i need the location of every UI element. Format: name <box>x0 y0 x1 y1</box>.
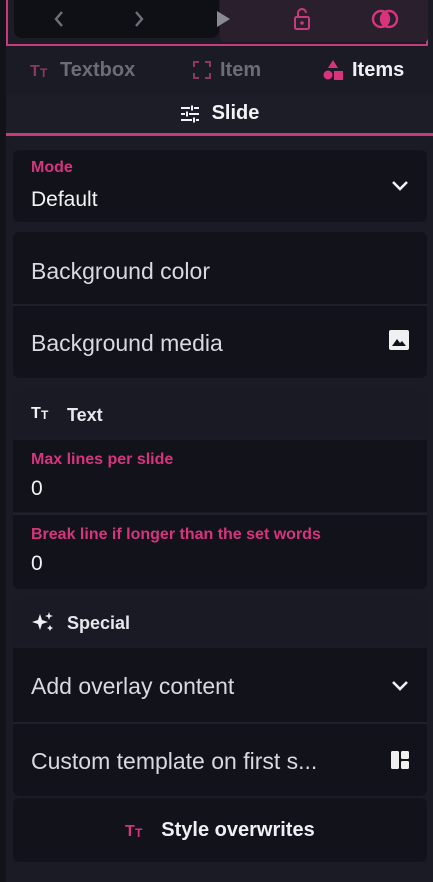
text-section-header: TT Text <box>13 390 427 438</box>
text-format-icon: TT <box>125 821 147 839</box>
chevron-down-icon <box>391 180 409 192</box>
max-lines-label: Max lines per slide <box>31 451 174 468</box>
background-color-label: Background color <box>31 258 210 284</box>
lock-open-icon <box>294 8 310 30</box>
chevron-down-icon <box>391 680 409 692</box>
tab-bar: TT Textbox Item Items <box>6 48 433 92</box>
play-button[interactable] <box>208 4 238 34</box>
dashboard-layout-icon <box>391 751 409 769</box>
style-overwrites-label: Style overwrites <box>161 818 315 841</box>
shapes-icon <box>322 59 344 81</box>
tab-items[interactable]: Items <box>322 58 404 82</box>
background-media-label: Background media <box>31 330 223 356</box>
tab-slide-label: Slide <box>211 102 260 124</box>
blend-button[interactable] <box>370 4 400 34</box>
break-line-value: 0 <box>31 552 43 575</box>
lock-button[interactable] <box>287 4 317 34</box>
chevron-left-icon <box>54 11 63 27</box>
svg-text:T: T <box>31 405 41 421</box>
overlay-content-select[interactable]: Add overlay content <box>13 648 427 722</box>
tab-textbox-label: Textbox <box>60 58 136 81</box>
text-format-icon: TT <box>31 403 53 421</box>
mode-select[interactable]: Mode Default <box>13 150 427 222</box>
tune-sliders-icon <box>180 105 200 123</box>
max-lines-field[interactable]: Max lines per slide 0 <box>13 440 427 512</box>
tab-slide[interactable]: Slide <box>6 94 433 136</box>
svg-text:T: T <box>30 63 40 79</box>
play-icon <box>217 11 230 27</box>
mode-value: Default <box>31 188 98 211</box>
svg-text:T: T <box>41 408 49 421</box>
image-icon <box>389 330 409 350</box>
text-section-title: Text <box>67 405 103 425</box>
special-section-header: Special <box>13 598 427 646</box>
sparkles-icon <box>31 611 55 633</box>
tab-textbox[interactable]: TT Textbox <box>30 58 135 82</box>
svg-text:T: T <box>125 823 135 839</box>
top-toolbar <box>6 0 428 46</box>
style-overwrites-button[interactable]: TT Style overwrites <box>13 798 427 862</box>
text-format-icon: TT <box>30 61 52 79</box>
special-section-title: Special <box>67 613 131 633</box>
custom-template-row[interactable]: Custom template on first s... <box>13 724 427 796</box>
overlay-content-label: Add overlay content <box>31 673 235 699</box>
fullscreen-frame-icon <box>192 60 212 80</box>
tab-item-label: Item <box>220 58 262 81</box>
tab-item[interactable]: Item <box>192 58 261 82</box>
background-media-row[interactable]: Background media <box>13 306 427 378</box>
chevron-right-icon <box>135 11 144 27</box>
break-line-field[interactable]: Break line if longer than the set words … <box>13 515 427 589</box>
tab-items-label: Items <box>352 58 405 81</box>
previous-button[interactable] <box>44 4 74 34</box>
background-color-row[interactable]: Background color <box>13 232 427 304</box>
svg-text:T: T <box>135 826 143 839</box>
slide-settings-panel: TT Textbox Item Items Slide Mode Default <box>0 0 433 882</box>
custom-template-label: Custom template on first s... <box>31 748 318 774</box>
break-line-label: Break line if longer than the set words <box>31 526 321 543</box>
overlap-circles-icon <box>371 9 399 29</box>
mode-label: Mode <box>31 159 73 176</box>
next-button[interactable] <box>124 4 154 34</box>
svg-text:T: T <box>40 66 48 79</box>
max-lines-value: 0 <box>31 477 43 500</box>
